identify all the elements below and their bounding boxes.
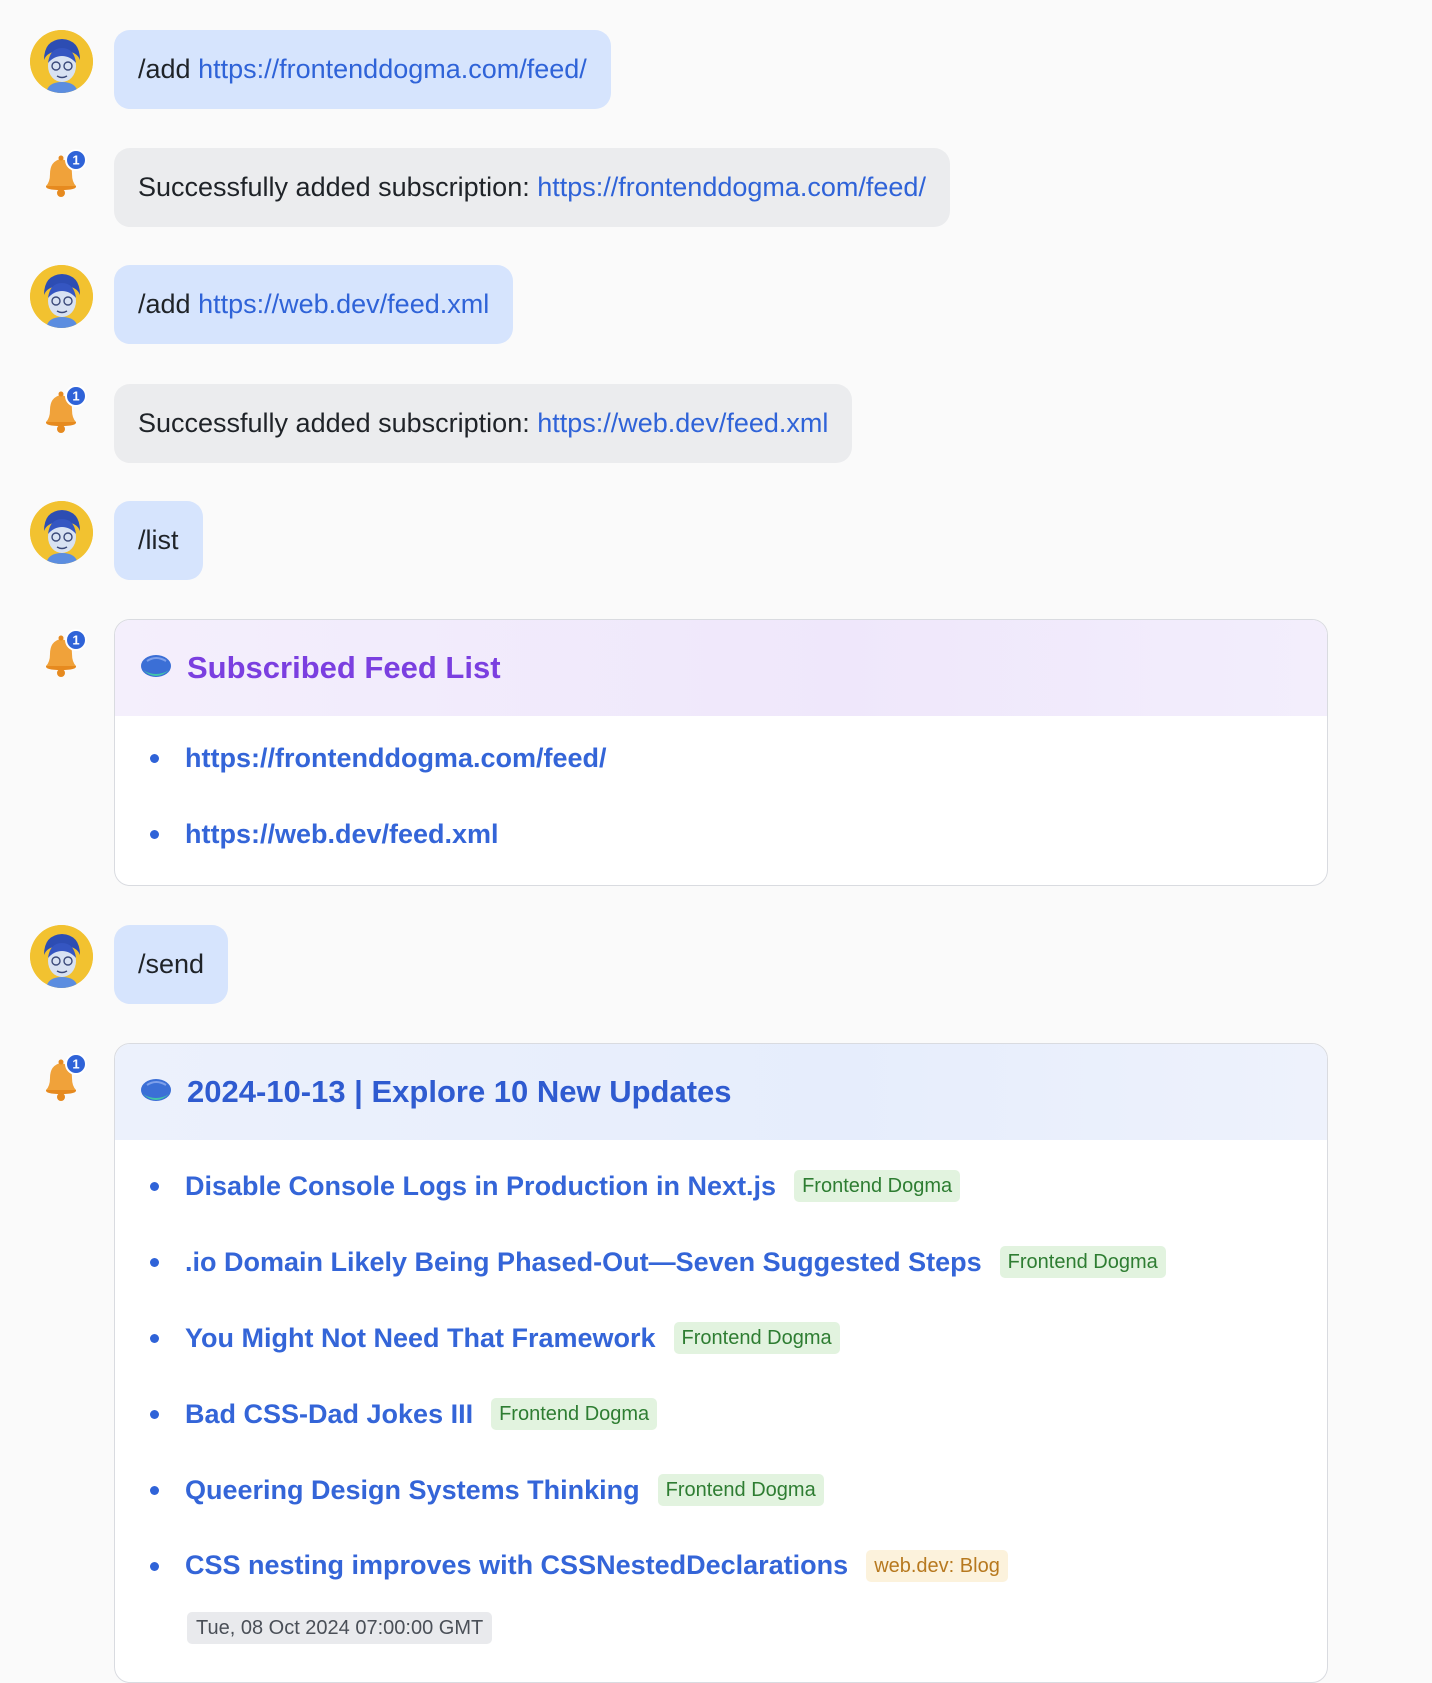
notification-badge: 1: [72, 633, 79, 648]
command-text: /list: [138, 525, 179, 555]
feed-url-link[interactable]: https://frontenddogma.com/feed/: [185, 743, 607, 774]
article-link[interactable]: You Might Not Need That Framework: [185, 1323, 656, 1354]
feed-link[interactable]: https://web.dev/feed.xml: [198, 289, 489, 319]
command-text: /add: [138, 54, 191, 84]
command-text: /add: [138, 289, 191, 319]
user-message-bubble: /list: [114, 501, 203, 580]
feed-link[interactable]: https://frontenddogma.com/feed/: [537, 172, 926, 202]
feed-list-card: Subscribed Feed List https://frontenddog…: [114, 619, 1328, 886]
notification-badge: 1: [72, 153, 79, 168]
user-message-bubble: /send: [114, 925, 229, 1004]
bell-icon: 1: [36, 148, 92, 204]
source-tag: Frontend Dogma: [673, 1322, 840, 1354]
source-tag: web.dev: Blog: [866, 1550, 1008, 1582]
date-tag: Tue, 08 Oct 2024 07:00:00 GMT: [187, 1612, 493, 1644]
bullet: [150, 1410, 159, 1419]
bell-icon: 1: [36, 384, 92, 440]
feed-link[interactable]: https://frontenddogma.com/feed/: [198, 54, 587, 84]
list-item: Bad CSS-Dad Jokes III Frontend Dogma: [115, 1376, 1327, 1452]
planet-icon: [139, 1076, 173, 1109]
planet-icon: [139, 652, 173, 685]
list-item: You Might Not Need That Framework Fronte…: [115, 1300, 1327, 1376]
feed-url-link[interactable]: https://web.dev/feed.xml: [185, 819, 499, 850]
notification-badge: 1: [72, 389, 79, 404]
bot-message-text: Successfully added subscription:: [138, 408, 538, 438]
bot-message-bubble: Successfully added subscription: https:/…: [114, 384, 853, 463]
bullet: [150, 1334, 159, 1343]
feed-list: https://frontenddogma.com/feed/ https://…: [115, 716, 1327, 872]
bullet: [150, 1486, 159, 1495]
bullet: [150, 1182, 159, 1191]
notification-badge: 1: [72, 1057, 79, 1072]
user-avatar[interactable]: [30, 501, 93, 564]
article-link[interactable]: Disable Console Logs in Production in Ne…: [185, 1171, 776, 1202]
bot-message-bubble: Successfully added subscription: https:/…: [114, 148, 950, 227]
list-item: .io Domain Likely Being Phased-Out—Seven…: [115, 1224, 1327, 1300]
list-item: https://web.dev/feed.xml: [115, 796, 1327, 872]
user-message-bubble: /add https://frontenddogma.com/feed/: [114, 30, 611, 109]
user-avatar[interactable]: [30, 925, 93, 988]
list-item: https://frontenddogma.com/feed/: [115, 720, 1327, 796]
bot-message-text: Successfully added subscription:: [138, 172, 538, 202]
article-link[interactable]: .io Domain Likely Being Phased-Out—Seven…: [185, 1247, 982, 1278]
user-avatar[interactable]: [30, 265, 93, 328]
article-link[interactable]: Bad CSS-Dad Jokes III: [185, 1399, 473, 1430]
updates-list: Disable Console Logs in Production in Ne…: [115, 1140, 1327, 1648]
command-text: /send: [138, 949, 205, 979]
source-tag: Frontend Dogma: [794, 1170, 961, 1202]
article-link[interactable]: CSS nesting improves with CSSNestedDecla…: [185, 1550, 848, 1581]
bullet: [150, 754, 159, 763]
source-tag: Frontend Dogma: [657, 1474, 824, 1506]
card-title: Subscribed Feed List: [187, 650, 501, 685]
card-header: 2024-10-13 | Explore 10 New Updates: [115, 1044, 1327, 1140]
user-avatar[interactable]: [30, 30, 93, 93]
bullet: [150, 830, 159, 839]
article-link[interactable]: Queering Design Systems Thinking: [185, 1475, 640, 1506]
list-item: CSS nesting improves with CSSNestedDecla…: [115, 1528, 1327, 1648]
bullet: [150, 1258, 159, 1267]
bell-icon: 1: [36, 1052, 92, 1108]
user-message-bubble: /add https://web.dev/feed.xml: [114, 265, 514, 344]
feed-link[interactable]: https://web.dev/feed.xml: [537, 408, 828, 438]
list-item: Disable Console Logs in Production in Ne…: [115, 1148, 1327, 1224]
card-header: Subscribed Feed List: [115, 620, 1327, 716]
source-tag: Frontend Dogma: [999, 1246, 1166, 1278]
card-title: 2024-10-13 | Explore 10 New Updates: [187, 1074, 732, 1109]
bullet: [150, 1562, 159, 1571]
bell-icon: 1: [36, 628, 92, 684]
updates-card: 2024-10-13 | Explore 10 New Updates Disa…: [114, 1043, 1328, 1683]
source-tag: Frontend Dogma: [491, 1398, 658, 1430]
list-item: Queering Design Systems Thinking Fronten…: [115, 1452, 1327, 1528]
